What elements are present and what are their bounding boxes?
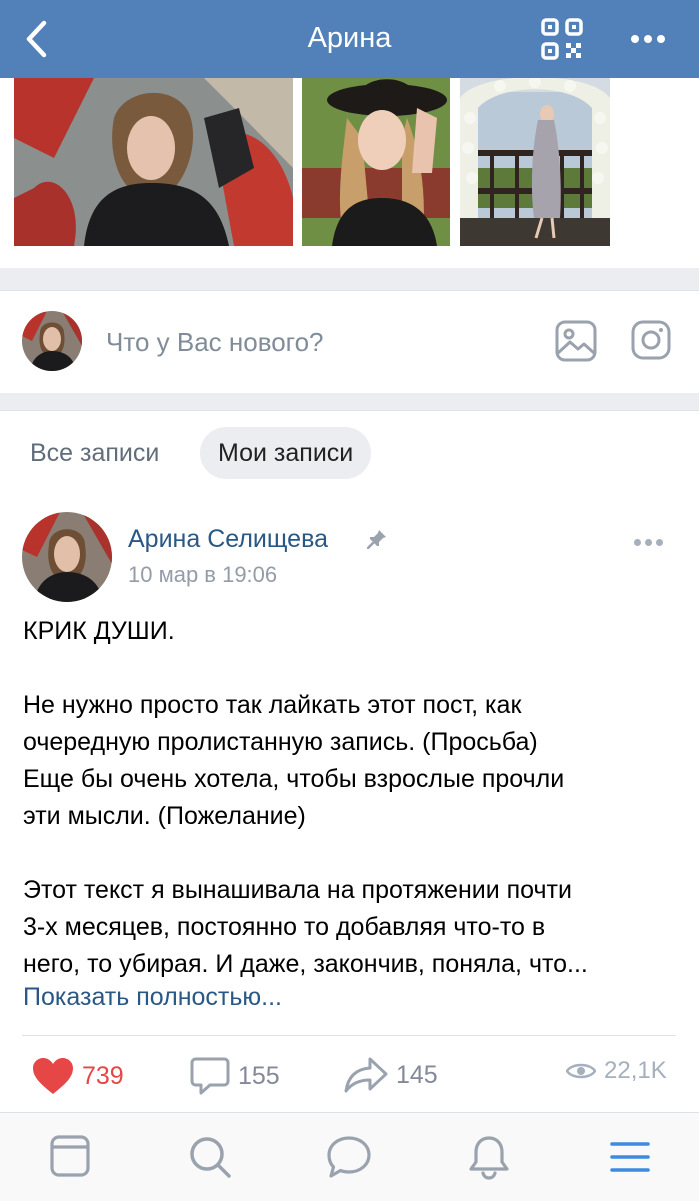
- photo-thumbnail[interactable]: [302, 78, 450, 246]
- composer-placeholder[interactable]: Что у Вас нового?: [106, 327, 324, 358]
- share-icon: [344, 1057, 388, 1093]
- photo-icon: [555, 320, 597, 362]
- photos-strip: [0, 78, 699, 268]
- bottom-tab-bar: [0, 1112, 699, 1201]
- more-options-button[interactable]: [624, 24, 672, 54]
- post-line: Не нужно просто так лайкать этот пост, к…: [23, 691, 522, 719]
- avatar[interactable]: [22, 512, 112, 602]
- notifications-icon: [469, 1136, 509, 1180]
- post-text: КРИК ДУШИ. Не нужно просто так лайкать э…: [23, 613, 683, 983]
- menu-icon: [610, 1142, 650, 1172]
- photo-thumbnail[interactable]: [14, 78, 293, 246]
- new-post-composer[interactable]: Что у Вас нового?: [0, 290, 699, 394]
- wall-post: Арина Селищева 10 мар в 19:06 КРИК ДУШИ.…: [0, 495, 699, 1110]
- like-button[interactable]: 739: [32, 1057, 124, 1095]
- views-indicator: 22,1K: [566, 1057, 667, 1085]
- tab-menu[interactable]: [610, 1141, 650, 1178]
- section-separator: [0, 393, 699, 410]
- wall-filter-tabs: Все записи Мои записи: [0, 410, 699, 496]
- post-line: Этот текст я вынашивала на протяжении по…: [23, 876, 572, 904]
- more-horizontal-icon: [631, 35, 639, 43]
- comment-button[interactable]: 155: [190, 1057, 280, 1095]
- instagram-button[interactable]: [630, 319, 672, 366]
- tab-notifications[interactable]: [468, 1135, 510, 1186]
- post-line: него, то убирая. И даже, закончив, понял…: [23, 950, 588, 978]
- photo-thumbnail[interactable]: [460, 78, 610, 246]
- pin-icon: [366, 529, 387, 554]
- tab-my-posts[interactable]: Мои записи: [200, 427, 372, 479]
- comment-icon: [190, 1057, 230, 1095]
- tab-feed[interactable]: [50, 1135, 90, 1182]
- search-icon: [190, 1137, 231, 1178]
- messages-icon: [327, 1136, 371, 1178]
- post-date: 10 мар в 19:06: [128, 562, 278, 587]
- shares-count: 145: [396, 1060, 438, 1089]
- section-separator: [0, 268, 699, 290]
- top-nav-bar: Арина: [0, 0, 699, 78]
- page-title: Арина: [307, 22, 392, 54]
- eye-icon: [566, 1063, 596, 1079]
- share-button[interactable]: 145: [344, 1057, 438, 1093]
- qr-code-icon: [541, 18, 583, 60]
- post-line: очередную пролистанную запись. (Просьба): [23, 728, 538, 756]
- post-line: эти мысли. (Пожелание): [23, 802, 306, 830]
- tab-all-posts[interactable]: Все записи: [12, 427, 177, 479]
- attach-photo-button[interactable]: [554, 319, 598, 368]
- likes-count: 739: [82, 1061, 124, 1090]
- tab-messages[interactable]: [326, 1135, 372, 1184]
- divider: [22, 1035, 676, 1036]
- post-author[interactable]: Арина Селищева: [128, 525, 328, 554]
- avatar: [22, 311, 82, 371]
- tab-search[interactable]: [188, 1135, 232, 1184]
- post-title-line: КРИК ДУШИ.: [23, 617, 175, 645]
- instagram-icon: [631, 320, 671, 360]
- post-actions: 739 155 145 22,1K: [0, 1043, 699, 1109]
- views-count: 22,1K: [604, 1057, 667, 1084]
- comments-count: 155: [238, 1061, 280, 1090]
- heart-icon: [33, 1058, 73, 1094]
- post-more-button[interactable]: [634, 539, 663, 546]
- post-line: 3-х месяцев, постоянно то добавляя что-т…: [23, 913, 546, 941]
- qr-code-button[interactable]: [540, 17, 584, 61]
- show-more-link[interactable]: Показать полностью...: [23, 983, 282, 1012]
- more-horizontal-icon: [634, 539, 641, 546]
- feed-icon: [50, 1135, 90, 1177]
- post-line: Еще бы очень хотела, чтобы взрослые проч…: [23, 765, 565, 793]
